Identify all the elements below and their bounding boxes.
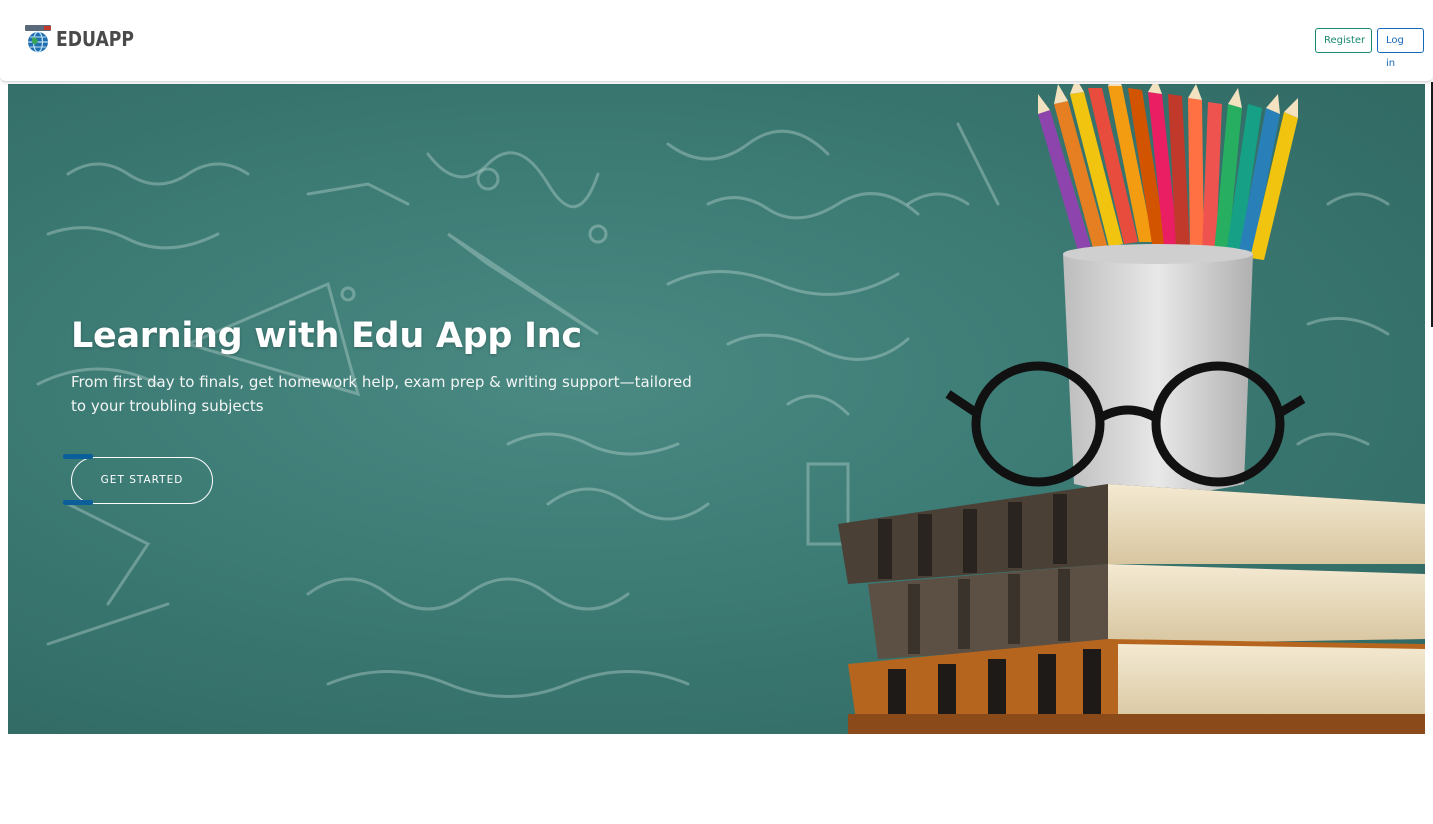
hero-title: Learning with Edu App Inc	[71, 316, 582, 356]
hero-banner: Learning with Edu App Inc From first day…	[8, 84, 1425, 734]
brand-name: EDUAPP	[56, 27, 134, 51]
login-button[interactable]: Log in	[1377, 28, 1424, 69]
focus-indicator-top	[63, 454, 93, 459]
get-started-button[interactable]: GET STARTED	[71, 457, 213, 504]
hero-subtitle: From first day to finals, get homework h…	[71, 373, 692, 415]
top-navbar: EDUAPP Register Log in	[0, 0, 1433, 82]
get-started-label: GET STARTED	[100, 474, 184, 486]
hero-text: Learning with Edu App Inc From first day…	[71, 316, 711, 418]
focus-indicator-bottom	[63, 500, 93, 505]
register-button[interactable]: Register	[1315, 28, 1372, 53]
brand-logo[interactable]: EDUAPP	[24, 24, 147, 54]
globe-icon	[24, 24, 54, 54]
